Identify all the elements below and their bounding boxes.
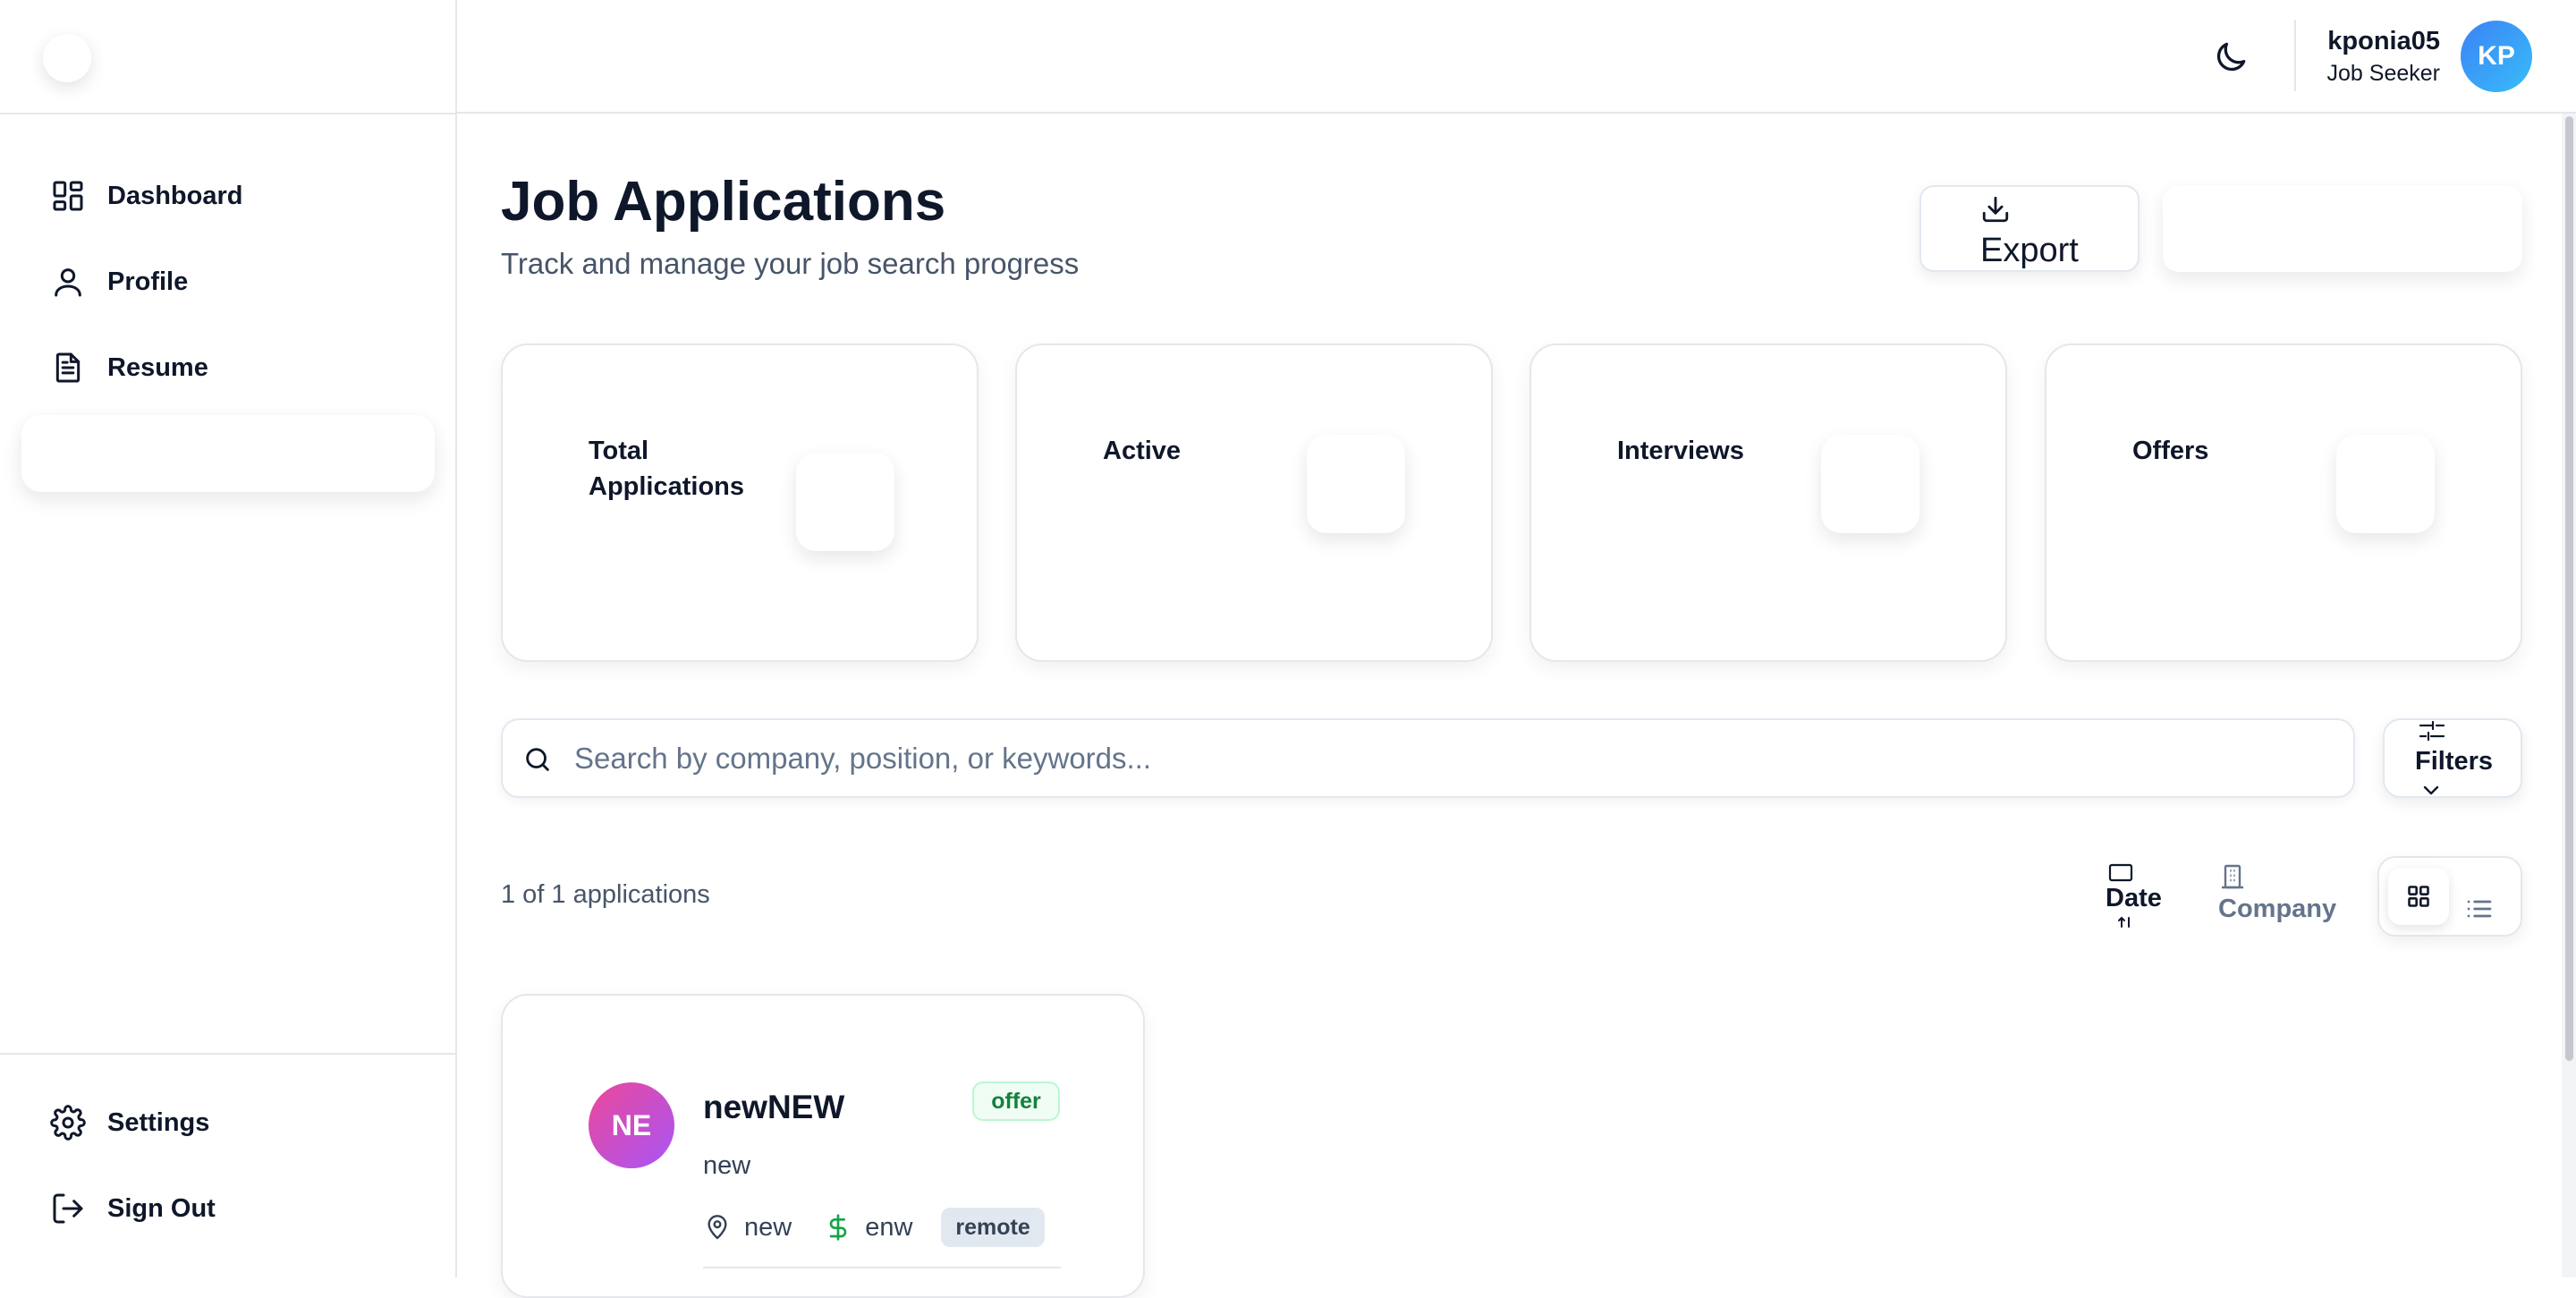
stat-card-active: Active [1015, 344, 1493, 662]
application-position: new [703, 1151, 751, 1180]
stat-icon [1307, 435, 1405, 533]
app-logo[interactable] [43, 34, 91, 82]
sort-date-label: Date [2106, 884, 2162, 912]
sidebar-item-resume[interactable]: Resume [50, 348, 208, 387]
filters-button[interactable]: Filters [2383, 718, 2522, 798]
sort-direction-icon [2116, 916, 2134, 929]
document-icon [50, 350, 86, 386]
stat-label: Total Applications [589, 437, 745, 501]
stat-label: Offers [2132, 437, 2209, 465]
sign-out-icon [50, 1191, 86, 1226]
sidebar-divider [0, 113, 457, 115]
view-toggle [2377, 856, 2522, 937]
sliders-icon [2419, 720, 2445, 743]
application-company: newNEW [703, 1089, 845, 1125]
scrollbar-thumb[interactable] [2565, 116, 2573, 1061]
results-count: 1 of 1 applications [501, 880, 710, 909]
stat-card-offers: Offers [2045, 344, 2522, 662]
sort-by-date-button[interactable]: Date [2104, 861, 2170, 929]
location-pin-icon [703, 1213, 732, 1242]
search-input[interactable] [574, 729, 2327, 788]
moon-icon [2211, 38, 2250, 77]
page-title: Job Applications [501, 171, 946, 233]
topbar [457, 0, 2576, 114]
user-icon [50, 264, 86, 300]
sidebar-item-label: Settings [107, 1107, 210, 1137]
topbar-divider [2294, 20, 2296, 91]
dollar-icon [824, 1213, 852, 1242]
sidebar-item-placeholder[interactable] [21, 415, 435, 492]
page-subtitle: Track and manage your job search progres… [501, 247, 1080, 280]
filters-button-label: Filters [2415, 747, 2494, 776]
search-icon [522, 744, 553, 775]
download-icon [1980, 194, 2011, 225]
sort-by-company-button[interactable]: Company [2216, 861, 2336, 929]
header-action-button[interactable] [2163, 185, 2522, 272]
export-button[interactable]: Export [1919, 185, 2140, 272]
sidebar-item-profile[interactable]: Profile [50, 262, 188, 301]
gear-icon [50, 1105, 86, 1141]
card-divider [703, 1267, 1061, 1268]
stat-icon [796, 453, 894, 551]
work-type-tag: remote [941, 1208, 1045, 1247]
stat-card-interviews: Interviews [1530, 344, 2007, 662]
application-location: new [744, 1212, 792, 1242]
sidebar: Dashboard Profile Resume Settings Sign O… [0, 0, 457, 1277]
user-name: kponia05 [2327, 27, 2440, 55]
stat-label: Interviews [1617, 437, 1744, 465]
sidebar-divider [0, 1053, 457, 1055]
list-icon [2465, 895, 2501, 923]
sidebar-item-settings[interactable]: Settings [50, 1103, 209, 1142]
stat-card-total: Total Applications [501, 344, 979, 662]
sort-company-label: Company [2218, 895, 2337, 923]
grid-view-button[interactable] [2388, 868, 2449, 925]
sidebar-item-sign-out[interactable]: Sign Out [50, 1189, 216, 1228]
grid-icon [2406, 884, 2431, 909]
application-salary: enw [865, 1212, 913, 1242]
chevron-down-icon [2420, 781, 2442, 799]
theme-toggle-button[interactable] [2211, 38, 2250, 77]
application-meta: new enw remote [703, 1208, 1045, 1247]
sidebar-item-label: Profile [107, 267, 189, 296]
sidebar-item-label: Resume [107, 352, 208, 382]
building-icon [2218, 862, 2247, 891]
status-badge: offer [972, 1082, 1060, 1121]
sidebar-item-label: Sign Out [107, 1193, 216, 1223]
sidebar-item-label: Dashboard [107, 181, 243, 210]
stat-icon [2336, 435, 2435, 533]
sidebar-item-dashboard[interactable]: Dashboard [50, 176, 242, 216]
avatar[interactable]: KP [2461, 21, 2532, 92]
export-button-label: Export [1980, 232, 2079, 269]
company-avatar: NE [589, 1082, 674, 1168]
calendar-icon [2107, 861, 2134, 884]
application-card[interactable]: NE newNEW offer new new enw remote [501, 994, 1145, 1298]
stat-label: Active [1103, 437, 1182, 465]
dashboard-icon [50, 178, 86, 214]
user-role: Job Seeker [2326, 61, 2440, 86]
search-box [501, 718, 2355, 798]
stat-icon [1821, 435, 1919, 533]
list-view-button[interactable] [2465, 878, 2501, 918]
